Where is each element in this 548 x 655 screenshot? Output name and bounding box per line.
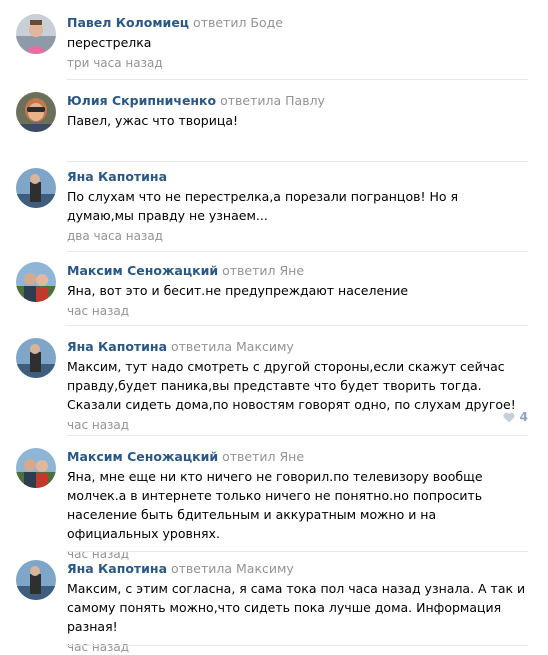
comment-text: По слухам что не перестрелка,а порезали … [67,189,458,223]
comment-text: Максим, с этим согласна, я сама тока пол… [67,581,526,634]
comment-item: Яна Капотина ответила Максиму Максим, с … [0,560,548,654]
avatar[interactable] [16,338,56,378]
comment-text: Яна, мне еще ни кто ничего не говорил.по… [67,469,483,541]
comment-item: Максим Сеножацкий ответил Яне Яна, вот э… [0,262,548,326]
comment-author-link[interactable]: Максим Сеножацкий [67,449,218,464]
reply-to-link[interactable]: ответила Максиму [171,339,294,354]
divider [66,435,528,436]
comment-author-link[interactable]: Юлия Скрипниченко [67,93,216,108]
reply-to-link[interactable]: ответил Яне [222,449,304,464]
comments-feed: Павел Коломиец ответил Боде перестрелка … [0,0,548,654]
avatar[interactable] [16,448,56,488]
comment-author-link[interactable]: Яна Капотина [67,169,167,184]
comment-item: Павел Коломиец ответил Боде перестрелка … [0,14,548,80]
like-count: 4 [519,410,528,424]
heart-icon [503,412,515,422]
comment-author-link[interactable]: Павел Коломиец [67,15,189,30]
divider [66,161,528,162]
divider [66,551,528,552]
reply-to-link[interactable]: ответил Боде [193,15,283,30]
divider [66,325,528,326]
avatar[interactable] [16,92,56,132]
comment-timestamp[interactable]: час назад [67,639,528,655]
comment-item: Яна Капотина ответила Максиму Максим, ту… [0,338,548,436]
comment-text: Яна, вот это и бесит.не предупреждают на… [67,283,409,298]
comment-text: Павел, ужас что творица! [67,113,239,128]
comment-item: Юлия Скрипниченко ответила Павлу Павел, … [0,92,548,162]
comment-timestamp[interactable]: два часа назад [67,228,528,244]
reply-to-link[interactable]: ответила Павлу [220,93,325,108]
comment-author-link[interactable]: Яна Капотина [67,561,167,576]
reply-to-link[interactable]: ответил Яне [222,263,304,278]
comment-item: Максим Сеножацкий ответил Яне Яна, мне е… [0,448,548,561]
avatar[interactable] [16,560,56,600]
avatar[interactable] [16,262,56,302]
avatar[interactable] [16,14,56,54]
comment-text: Максим, тут надо смотреть с другой сторо… [67,359,516,412]
comment-text: перестрелка [67,35,152,50]
divider [66,79,528,80]
comment-item: Яна Капотина По слухам что не перестрелк… [0,168,548,252]
reply-to-link[interactable]: ответила Максиму [171,561,294,576]
comment-timestamp[interactable]: час назад [67,303,528,319]
like-button[interactable]: 4 [503,410,528,424]
comment-timestamp[interactable]: три часа назад [67,55,528,71]
comment-author-link[interactable]: Максим Сеножацкий [67,263,218,278]
avatar[interactable] [16,168,56,208]
comment-timestamp[interactable]: час назад [67,417,528,433]
comment-author-link[interactable]: Яна Капотина [67,339,167,354]
divider [66,251,528,252]
